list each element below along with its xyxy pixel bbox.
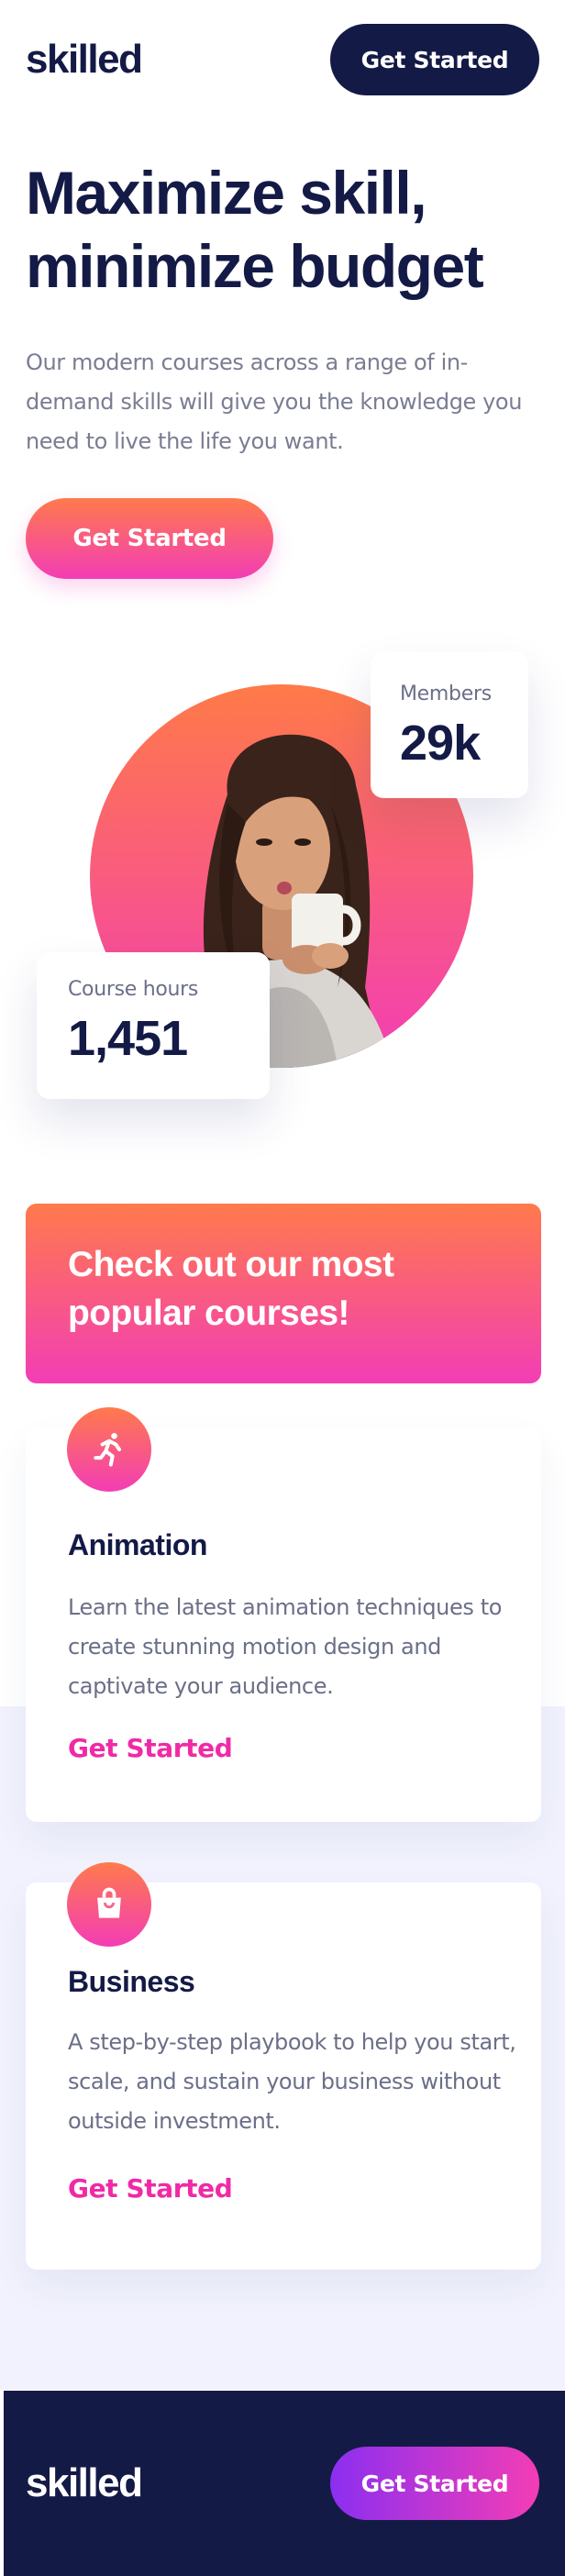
site-footer: skilled Get Started — [4, 2391, 565, 2576]
header-get-started-button[interactable]: Get Started — [330, 24, 539, 95]
running-person-icon — [67, 1407, 151, 1492]
footer-get-started-button[interactable]: Get Started — [330, 2447, 539, 2520]
brand-logo[interactable]: skilled — [26, 37, 143, 83]
course-hours-label: Course hours — [68, 978, 199, 1001]
banner-line1: Check out our most — [68, 1245, 394, 1284]
course-card-business: Business A step-by-step playbook to help… — [26, 1862, 541, 2270]
course-hours-value: 1,451 — [68, 1011, 188, 1066]
site-header: skilled Get Started — [0, 0, 565, 119]
popular-courses-heading: Check out our most popular courses! — [68, 1240, 499, 1338]
hero-title: Maximize skill, minimize budget — [26, 156, 558, 303]
members-label: Members — [400, 683, 492, 705]
hero-title-line2: minimize budget — [26, 232, 484, 300]
course-hours-stat-card: Course hours 1,451 — [37, 952, 270, 1099]
shopping-bag-icon — [67, 1862, 151, 1947]
hero-description: Our modern courses across a range of in-… — [26, 350, 523, 454]
footer-logo[interactable]: skilled — [26, 2460, 143, 2506]
members-stat-card: Members 29k — [371, 651, 528, 798]
course-title: Business — [68, 1965, 195, 1998]
course-description: A step-by-step playbook to help you star… — [68, 2029, 516, 2134]
course-title: Animation — [68, 1528, 207, 1561]
course-card-animation: Animation Learn the latest animation tec… — [26, 1407, 541, 1822]
members-value: 29k — [400, 716, 481, 771]
hero-visual: Members 29k Course hours 1,451 — [0, 633, 565, 1147]
hero-get-started-button[interactable]: Get Started — [26, 498, 273, 579]
hero-title-line1: Maximize skill, — [26, 159, 427, 227]
animation-get-started-link[interactable]: Get Started — [68, 1733, 233, 1763]
banner-line2: popular courses! — [68, 1294, 349, 1333]
popular-courses-banner: Check out our most popular courses! — [26, 1204, 541, 1383]
course-description: Learn the latest animation techniques to… — [68, 1594, 502, 1699]
business-get-started-link[interactable]: Get Started — [68, 2173, 233, 2204]
